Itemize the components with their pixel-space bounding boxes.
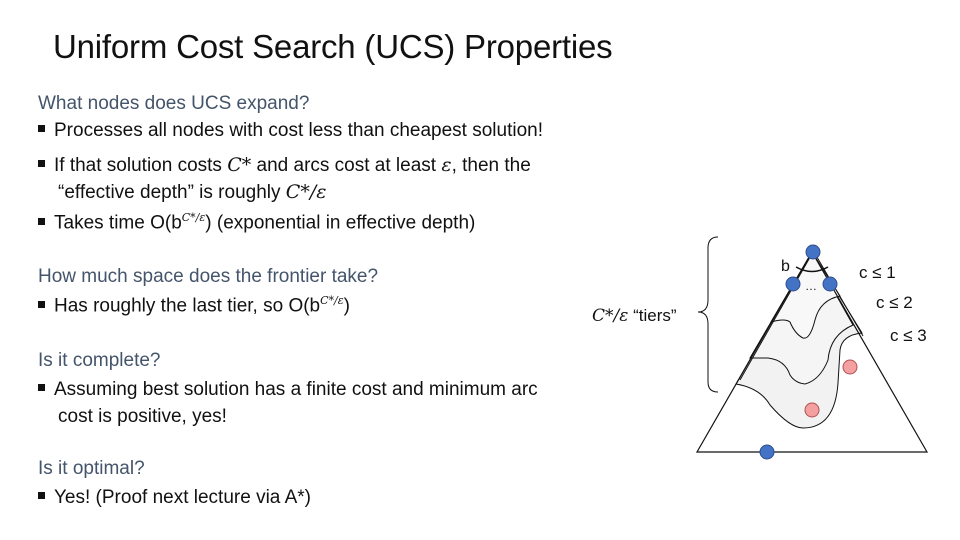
goal-node-red <box>804 402 820 418</box>
branch-label: b <box>781 258 790 275</box>
goal-node-blue <box>759 444 775 460</box>
cost-label-3: c ≤ 3 <box>890 326 927 345</box>
cost-label-1: c ≤ 1 <box>859 263 896 282</box>
root-node <box>805 244 821 260</box>
ellipsis: … <box>805 279 817 293</box>
tiers-brace <box>697 236 719 393</box>
goal-node-red <box>842 359 858 375</box>
child-node-right <box>822 276 838 292</box>
child-node-left <box>785 276 801 292</box>
search-tree-diagram: b … c ≤ 1 c ≤ 2 c ≤ 3 <box>695 236 929 460</box>
cost-label-2: c ≤ 2 <box>876 293 913 312</box>
